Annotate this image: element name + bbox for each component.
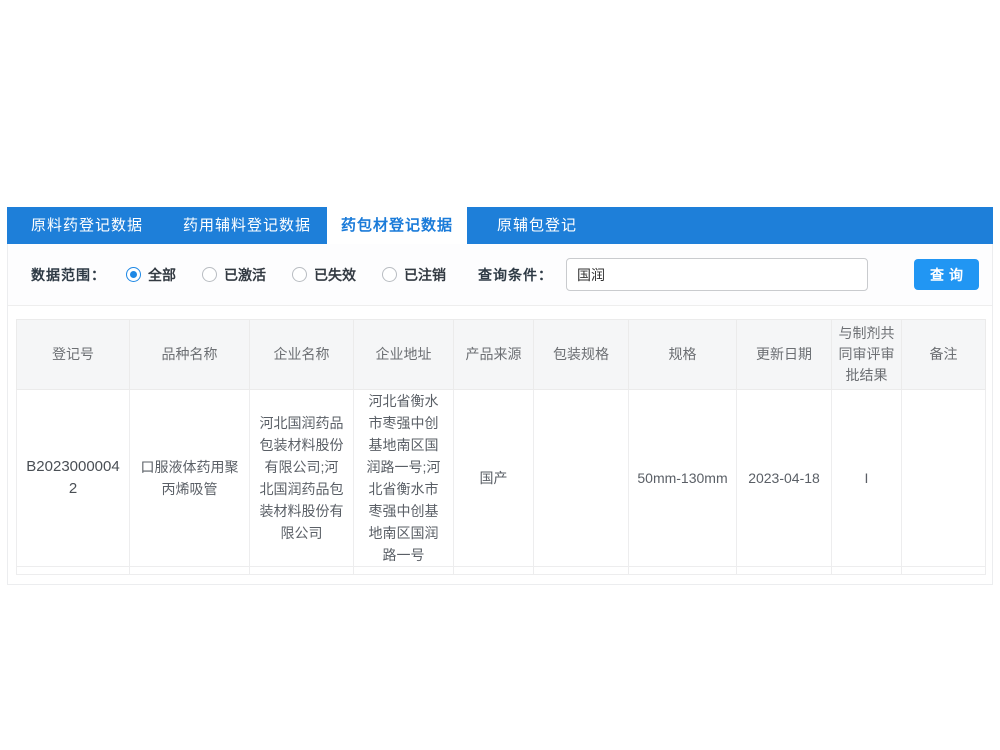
radio-unselected-icon [382, 267, 397, 282]
radio-unselected-icon [202, 267, 217, 282]
header-package-spec: 包装规格 [534, 320, 629, 390]
tab-raw-material-api[interactable]: 原料药登记数据 [7, 207, 167, 244]
radio-cancelled[interactable]: 已注销 [382, 265, 446, 285]
results-table-wrap: 登记号 品种名称 企业名称 企业地址 产品来源 包装规格 规格 更新日期 与制剂… [16, 319, 984, 575]
table-header-row: 登记号 品种名称 企业名称 企业地址 产品来源 包装规格 规格 更新日期 与制剂… [17, 320, 986, 390]
panel-body: 数据范围： 全部 已激活 已失效 已注销 查询条件： 查询 [7, 244, 993, 585]
radio-all-label: 全部 [148, 265, 176, 285]
radio-activated[interactable]: 已激活 [202, 265, 266, 285]
header-spec: 规格 [629, 320, 737, 390]
header-company-name: 企业名称 [250, 320, 354, 390]
header-update-date: 更新日期 [737, 320, 832, 390]
cell-company-name: 河北国润药品包装材料股份有限公司;河北国润药品包装材料股份有限公司 [250, 390, 354, 567]
table-row: B20230000042 口服液体药用聚丙烯吸管 河北国润药品包装材料股份有限公… [17, 390, 986, 567]
query-condition-label: 查询条件： [478, 265, 553, 285]
tab-raw-excipient-packaging[interactable]: 原辅包登记 [467, 207, 607, 244]
cell-remark [902, 390, 986, 567]
cell-product-source: 国产 [454, 390, 534, 567]
cell-spec: 50mm-130mm [629, 390, 737, 567]
table-stub-row [17, 567, 986, 575]
header-product-source: 产品来源 [454, 320, 534, 390]
cell-package-spec [534, 390, 629, 567]
tab-bar: 原料药登记数据 药用辅料登记数据 药包材登记数据 原辅包登记 [7, 207, 993, 244]
results-table: 登记号 品种名称 企业名称 企业地址 产品来源 包装规格 规格 更新日期 与制剂… [16, 319, 986, 575]
cell-company-address: 河北省衡水市枣强中创基地南区国润路一号;河北省衡水市枣强中创基地南区国润路一号 [354, 390, 454, 567]
tab-excipients[interactable]: 药用辅料登记数据 [167, 207, 327, 244]
radio-cancelled-label: 已注销 [404, 265, 446, 285]
registration-data-panel: 原料药登记数据 药用辅料登记数据 药包材登记数据 原辅包登记 数据范围： 全部 … [7, 207, 993, 585]
radio-selected-icon [126, 267, 141, 282]
tab-packaging-materials[interactable]: 药包材登记数据 [327, 207, 467, 244]
radio-expired-label: 已失效 [314, 265, 356, 285]
header-reg-no: 登记号 [17, 320, 130, 390]
search-button[interactable]: 查询 [914, 259, 979, 290]
cell-joint-review-result: I [832, 390, 902, 567]
header-joint-review-result: 与制剂共同审评审批结果 [832, 320, 902, 390]
data-scope-label: 数据范围： [31, 265, 106, 285]
filter-row: 数据范围： 全部 已激活 已失效 已注销 查询条件： 查询 [8, 244, 992, 306]
header-company-address: 企业地址 [354, 320, 454, 390]
query-input[interactable] [566, 258, 868, 291]
radio-unselected-icon [292, 267, 307, 282]
cell-product-name: 口服液体药用聚丙烯吸管 [130, 390, 250, 567]
radio-activated-label: 已激活 [224, 265, 266, 285]
header-remark: 备注 [902, 320, 986, 390]
cell-update-date: 2023-04-18 [737, 390, 832, 567]
cell-reg-no: B20230000042 [17, 390, 130, 567]
header-product-name: 品种名称 [130, 320, 250, 390]
radio-all[interactable]: 全部 [126, 265, 176, 285]
radio-expired[interactable]: 已失效 [292, 265, 356, 285]
